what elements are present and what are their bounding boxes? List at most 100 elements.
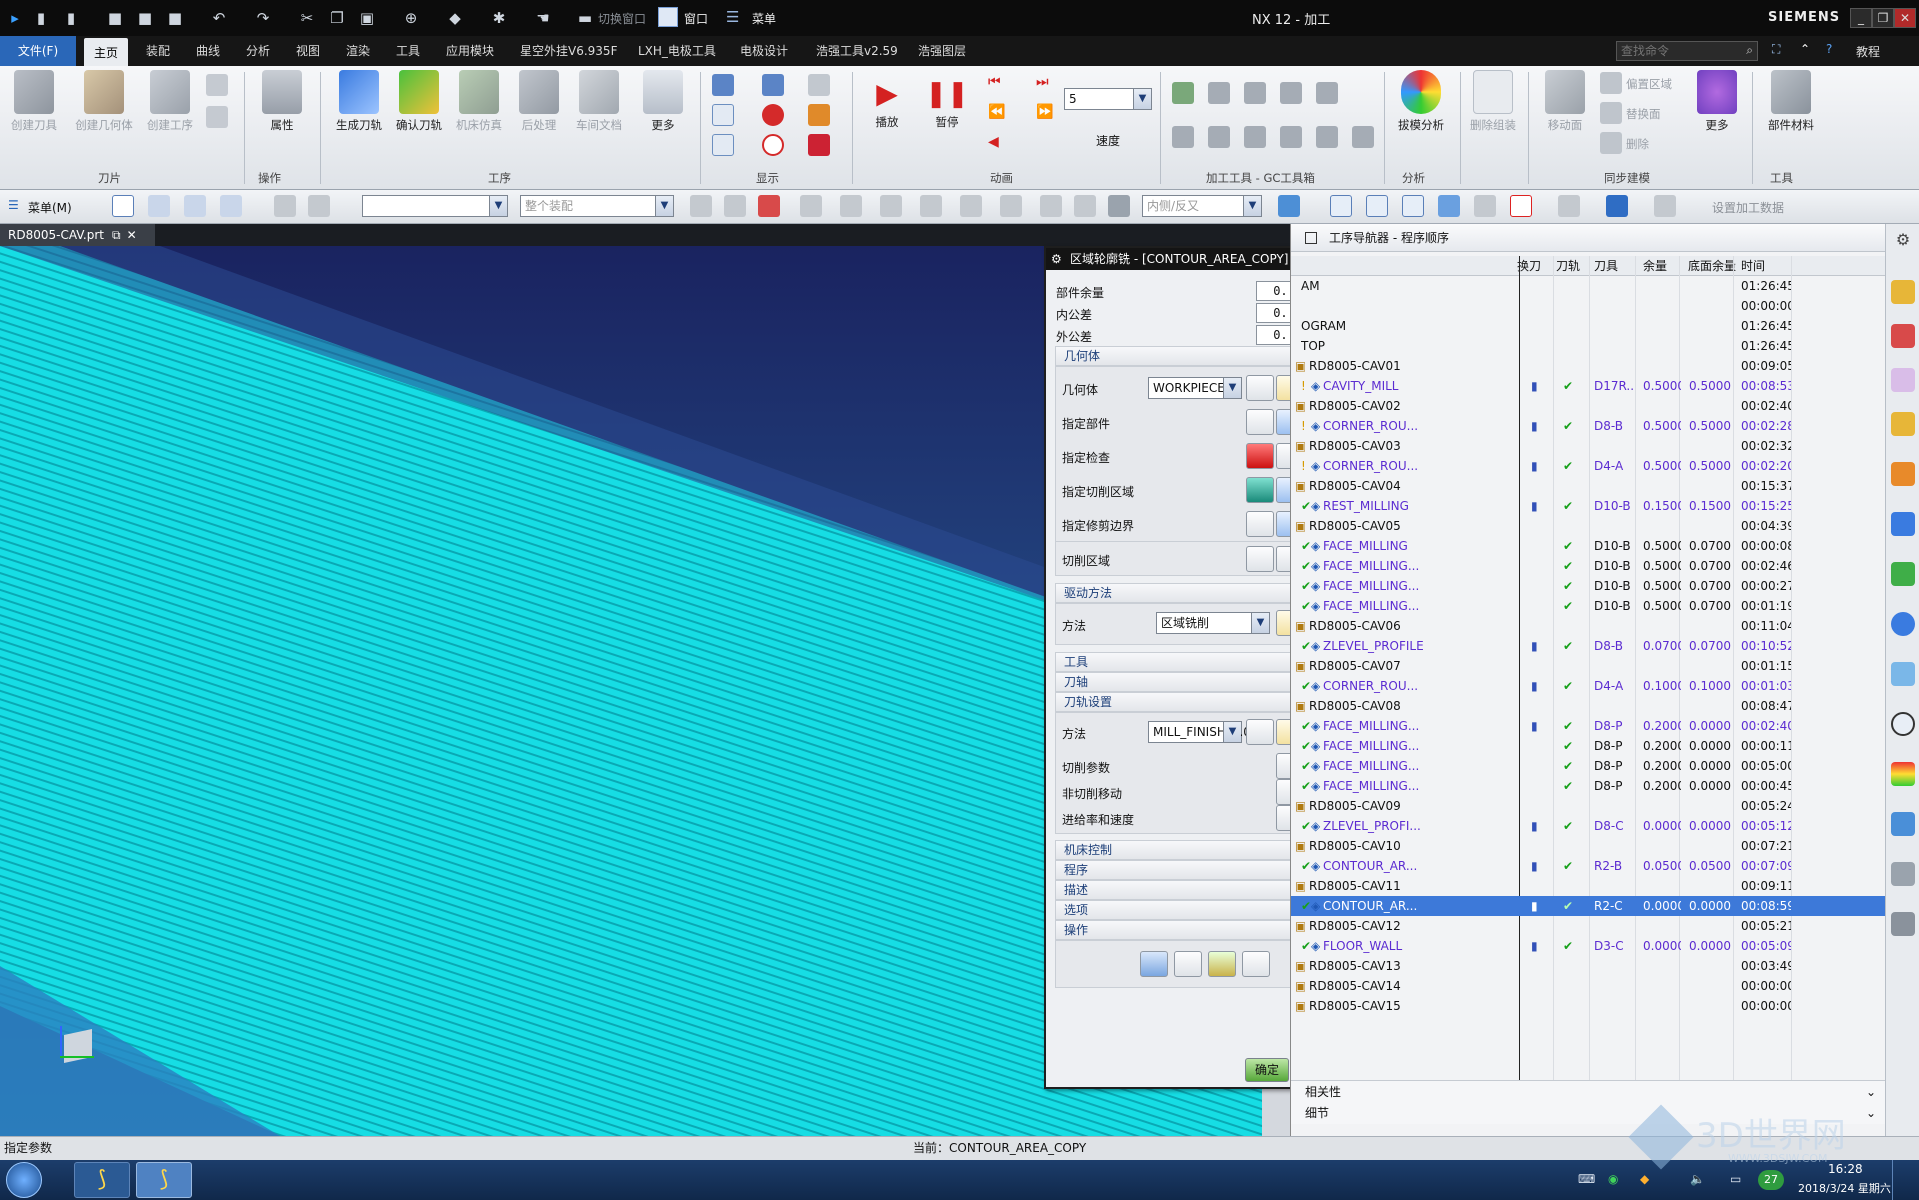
feature-library-icon[interactable] xyxy=(1891,912,1915,936)
speed-select[interactable]: 5 ▼ xyxy=(1064,88,1152,110)
table-row[interactable]: ▣ RD8005-CAV02 00:02:40 xyxy=(1291,396,1886,416)
display-icon-5[interactable] xyxy=(762,104,784,126)
web-browser-icon[interactable] xyxy=(1891,612,1915,636)
step-forward-icon[interactable]: ⏩ xyxy=(1036,104,1053,120)
face-side-select[interactable]: 内侧/反又 ▼ xyxy=(1142,195,1262,217)
col-tool-change[interactable]: 换刀 xyxy=(1517,256,1541,276)
tool-icon[interactable] xyxy=(274,195,296,217)
delete-assembly-button[interactable]: 删除组装 xyxy=(1464,70,1522,133)
table-row[interactable]: ▣ RD8005-CAV03 00:02:32 xyxy=(1291,436,1886,456)
table-row[interactable]: ✔ ◈ FACE_MILLING... ✔ D8-P 0.2000 0.0000 00:00:… xyxy=(1291,736,1886,756)
create-tool-button[interactable]: 创建刀具 xyxy=(8,70,60,133)
table-row[interactable]: ✔ ◈ FACE_MILLING... ✔ D8-P 0.2000 0.0000 00:00:… xyxy=(1291,776,1886,796)
gc-icon-2[interactable] xyxy=(1208,82,1230,104)
blade-small-icon-1[interactable] xyxy=(206,74,228,96)
gear-icon[interactable]: ⚙ xyxy=(1051,248,1062,270)
draft-analysis-button[interactable]: 拔模分析 xyxy=(1392,70,1450,133)
col-tool[interactable]: 刀具 xyxy=(1594,256,1618,276)
tab-electrode[interactable]: 电极设计 xyxy=(730,36,798,66)
fullscreen-icon[interactable]: ⛶ xyxy=(1772,42,1780,57)
constraint-nav-icon[interactable] xyxy=(1891,324,1915,348)
tab-file[interactable]: 文件(F) xyxy=(0,36,76,66)
show-desktop-button[interactable] xyxy=(1892,1160,1919,1200)
table-row[interactable]: ✔ ◈ CONTOUR_AR... ▮ ✔ R2-B 0.0500 0.0500 00:07:0… xyxy=(1291,856,1886,876)
tab-curve[interactable]: 曲线 xyxy=(186,36,230,66)
offset-region-icon[interactable] xyxy=(1600,72,1622,94)
open-icon[interactable]: ▮ xyxy=(58,6,84,30)
generate-path-button[interactable]: 生成刀轨 xyxy=(330,70,388,133)
taskbar-nx-app-2[interactable]: ⟆ xyxy=(136,1162,192,1198)
view-cube-icon[interactable] xyxy=(1278,195,1300,217)
display-icon-9[interactable] xyxy=(808,134,830,156)
table-row[interactable]: 00:00:00 xyxy=(1291,296,1886,316)
gc-icon-6[interactable] xyxy=(1172,126,1194,148)
command-search[interactable]: ⌕ xyxy=(1616,41,1758,61)
table-row[interactable]: ▣ RD8005-CAV11 00:09:11 xyxy=(1291,876,1886,896)
tab-applications[interactable]: 应用模块 xyxy=(436,36,504,66)
set-machining-data[interactable]: 设置加工数据 xyxy=(1712,199,1784,216)
paste-icon[interactable]: ▣ xyxy=(354,6,380,30)
snap-icon-5[interactable] xyxy=(840,195,862,217)
clock-date[interactable]: 2018/3/24 星期六 xyxy=(1798,1180,1891,1196)
chevron-down-icon[interactable]: ⌄ xyxy=(1866,1102,1876,1124)
view-icon-7[interactable] xyxy=(1558,195,1580,217)
machine-nav-icon[interactable] xyxy=(1891,462,1915,486)
edit-geometry-button[interactable] xyxy=(1246,375,1274,401)
move-face-button[interactable]: 移动面 xyxy=(1536,70,1594,133)
table-row[interactable]: ✔ ◈ FACE_MILLING... ▮ ✔ D8-P 0.2000 0.0000 00:02… xyxy=(1291,716,1886,736)
reuse-library-icon[interactable] xyxy=(1891,412,1915,436)
step-last-icon[interactable]: ⏭ xyxy=(1036,74,1049,90)
gc-icon-5[interactable] xyxy=(1316,82,1338,104)
pan-icon[interactable] xyxy=(1438,195,1460,217)
snap-icon-8[interactable] xyxy=(960,195,982,217)
display-icon[interactable]: ▭ xyxy=(1730,1172,1741,1186)
menu-icon[interactable]: ☰ xyxy=(8,198,19,212)
fit-icon[interactable] xyxy=(1330,195,1352,217)
window-icon[interactable] xyxy=(658,7,678,27)
table-row[interactable]: ▣ RD8005-CAV14 00:00:00 xyxy=(1291,976,1886,996)
part-material-button[interactable]: 部件材料 xyxy=(1762,70,1820,133)
save-all-icon[interactable]: ■ xyxy=(162,6,188,30)
customize-icon[interactable]: ✱ xyxy=(486,6,512,30)
properties-button[interactable]: 属性 xyxy=(256,70,308,133)
edit-method-button[interactable] xyxy=(1246,719,1274,745)
table-row[interactable]: OGRAM 01:26:45 xyxy=(1291,316,1886,336)
command-icon[interactable]: ◆ xyxy=(442,6,468,30)
chevron-down-icon[interactable]: ⌄ xyxy=(1866,1081,1876,1103)
table-row[interactable]: TOP 01:26:45 xyxy=(1291,336,1886,356)
popout-icon[interactable]: ⧉ xyxy=(112,228,121,242)
snap-icon-7[interactable] xyxy=(920,195,942,217)
history-icon[interactable] xyxy=(1891,662,1915,686)
pause-button[interactable]: ❚❚ 暂停 xyxy=(924,74,970,130)
snap-icon-11[interactable] xyxy=(1074,195,1096,217)
col-path[interactable]: 刀轨 xyxy=(1556,256,1580,276)
ok-button[interactable]: 确定 xyxy=(1245,1058,1289,1082)
specify-trim-button[interactable] xyxy=(1246,511,1274,537)
zoom-icon[interactable] xyxy=(1366,195,1388,217)
gc-icon-9[interactable] xyxy=(1280,126,1302,148)
switch-window-icon[interactable]: ▬ xyxy=(572,6,598,30)
save-icon[interactable]: ■ xyxy=(102,6,128,30)
gc-icon-10[interactable] xyxy=(1316,126,1338,148)
select-icon[interactable] xyxy=(112,195,134,217)
table-row[interactable]: ▣ RD8005-CAV10 00:07:21 xyxy=(1291,836,1886,856)
menu-label[interactable]: 菜单 xyxy=(752,10,776,27)
table-row[interactable]: ▣ RD8005-CAV13 00:03:49 xyxy=(1291,956,1886,976)
table-row[interactable]: AM 01:26:45 xyxy=(1291,276,1886,296)
replace-face-icon[interactable] xyxy=(1600,102,1622,124)
table-row[interactable]: ✔ ◈ FACE_MILLING... ✔ D10-B 0.5000 0.0700 00:01… xyxy=(1291,596,1886,616)
clock-time[interactable]: 16:28 xyxy=(1828,1162,1863,1176)
create-geometry-button[interactable]: 创建几何体 xyxy=(70,70,138,133)
tab-tools[interactable]: 工具 xyxy=(386,36,430,66)
table-row[interactable]: ▣ RD8005-CAV06 00:11:04 xyxy=(1291,616,1886,636)
table-row[interactable]: ! ◈ CAVITY_MILL ▮ ✔ D17R... 0.5000 0.5000 00:08:… xyxy=(1291,376,1886,396)
tree-icon-3[interactable] xyxy=(220,195,242,217)
part-nav-icon[interactable] xyxy=(1891,368,1915,392)
step-back-icon[interactable]: ⏪ xyxy=(988,104,1005,120)
snap-icon-10[interactable] xyxy=(1040,195,1062,217)
tab-xingkong[interactable]: 星空外挂V6.935F xyxy=(510,36,627,66)
collapse-ribbon-icon[interactable]: ⌃ xyxy=(1800,42,1810,56)
play-button[interactable]: ▶ 播放 xyxy=(864,74,910,130)
path-method-select[interactable]: MILL_FINISH_0.0 ▼ xyxy=(1148,721,1251,743)
op-nav-icon[interactable] xyxy=(1891,512,1915,536)
